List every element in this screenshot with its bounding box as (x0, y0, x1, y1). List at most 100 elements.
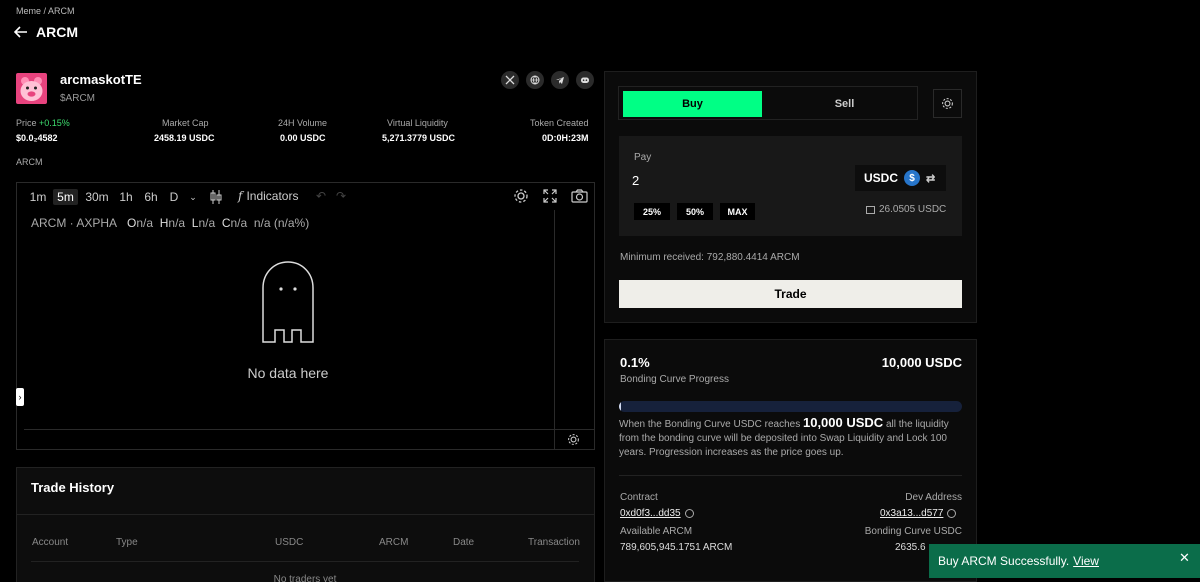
usdc-coin-icon: $ (904, 170, 921, 186)
copy-icon (684, 509, 694, 518)
pct-50-button[interactable]: 50% (677, 203, 713, 220)
toast-view-link[interactable]: View (1073, 554, 1099, 568)
redo-icon[interactable]: ↷ (336, 189, 346, 203)
volume-value: 0.00 USDC (280, 133, 326, 143)
legend-close: n/a (230, 216, 248, 230)
trade-history-title: Trade History (31, 480, 115, 495)
camera-icon[interactable] (571, 189, 588, 208)
function-icon: f (238, 189, 243, 203)
market-cap-label: Market Cap (162, 118, 209, 128)
contract-label: Contract (620, 492, 658, 503)
gear-icon (942, 98, 953, 109)
legend-o-label: O (127, 216, 137, 230)
undo-icon[interactable]: ↶ (316, 189, 326, 203)
empty-chart-text: No data here (247, 365, 329, 381)
pct-25-button[interactable]: 25% (634, 203, 670, 220)
column-type: Type (116, 537, 138, 548)
available-value: 789,605,945.1751 ARCM (620, 542, 733, 553)
divider (31, 561, 579, 562)
curve-usdc-value: 2635.6 (895, 542, 926, 553)
bonding-target: 10,000 USDC (881, 355, 962, 370)
wallet-icon (866, 205, 875, 214)
curve-usdc-label: Bonding Curve USDC (864, 526, 962, 537)
timeframe-5m[interactable]: 5m (53, 189, 78, 205)
breadcrumb: Meme / ARCM (16, 6, 75, 16)
globe-icon[interactable] (526, 71, 544, 89)
column-date: Date (453, 537, 475, 548)
token-name: arcmaskotTE (60, 72, 142, 87)
column-transaction: Transaction (528, 537, 580, 548)
chart-settings-icon[interactable] (513, 188, 529, 209)
price-change: +0.15% (39, 118, 70, 128)
indicators-button[interactable]: f Indicators (238, 189, 298, 203)
timeframe-1h[interactable]: 1h (117, 189, 135, 205)
wallet-balance: 26.0505 USDC (866, 204, 946, 215)
ghost-icon (260, 260, 316, 351)
minimum-received: Minimum received: 792,880.4414 ARCM (620, 252, 800, 263)
drawer-toggle-button[interactable]: › (16, 388, 24, 406)
indicators-label: Indicators (246, 189, 299, 203)
dev-address-link[interactable]: 0x3a13...d577 (880, 508, 957, 519)
liquidity-label: Virtual Liquidity (387, 118, 448, 128)
price-value: $0.0₂4582 (16, 133, 58, 143)
currency-label: USDC (864, 171, 899, 185)
fullscreen-icon[interactable] (543, 189, 557, 208)
divider (619, 475, 962, 476)
available-label: Available ARCM (620, 526, 693, 537)
contract-address-link[interactable]: 0xd0f3...dd35 (620, 508, 694, 519)
candlestick-icon[interactable] (209, 189, 223, 210)
column-usdc: USDC (275, 537, 304, 548)
bonding-progress-bar (619, 401, 962, 412)
currency-selector[interactable]: USDC $ ⇄ (855, 165, 946, 191)
balance-value: 26.0505 USDC (879, 204, 947, 215)
dev-address-label: Dev Address (905, 492, 962, 503)
column-account: Account (32, 537, 69, 548)
timeframe-d[interactable]: D (167, 189, 181, 205)
bonding-progress-label: Bonding Curve Progress (620, 374, 729, 385)
liquidity-value: 5,271.3779 USDC (382, 133, 456, 143)
x-icon[interactable] (501, 71, 519, 89)
legend-high: n/a (168, 216, 186, 230)
legend-change: n/a (n/a%) (253, 216, 310, 230)
created-value: 0D:0H:23M (542, 133, 589, 143)
empty-trades-text: No traders yet (273, 574, 337, 582)
pay-amount-input[interactable] (632, 170, 782, 190)
legend-low: n/a (198, 216, 216, 230)
tab-buy[interactable]: Buy (623, 91, 762, 117)
timeframe-6h[interactable]: 6h (142, 189, 160, 205)
copy-icon (947, 509, 957, 518)
trade-button[interactable]: Trade (619, 280, 962, 308)
toast-message: Buy ARCM Successfully. (938, 554, 1070, 568)
timeframe-30m[interactable]: 30m (84, 189, 110, 205)
back-button[interactable]: ARCM (14, 24, 78, 40)
success-toast: Buy ARCM Successfully. View (929, 544, 1200, 578)
telegram-icon[interactable] (551, 71, 569, 89)
chart-legend: ARCM · AXPHA On/a Hn/a Ln/a Cn/a n/a (n/… (31, 216, 309, 230)
chart-section-label: ARCM (16, 157, 43, 167)
tab-sell[interactable]: Sell (775, 91, 914, 117)
price-label: Price +0.15% (16, 118, 70, 128)
bonding-description: When the Bonding Curve USDC reaches 10,0… (619, 415, 949, 459)
volume-label: 24H Volume (278, 118, 328, 128)
close-icon[interactable]: ✕ (1179, 550, 1190, 566)
axis-settings-icon[interactable] (567, 433, 580, 451)
slippage-settings-button[interactable] (933, 89, 962, 118)
market-cap-value: 2458.19 USDC (154, 133, 215, 143)
discord-icon[interactable] (576, 71, 594, 89)
swap-arrows-icon: ⇄ (926, 172, 936, 185)
column-arcm: ARCM (379, 537, 409, 548)
chevron-down-icon[interactable]: ⌄ (186, 189, 200, 205)
page-title: ARCM (36, 24, 78, 40)
legend-open: n/a (136, 216, 154, 230)
price-axis-divider (554, 210, 555, 450)
pct-max-button[interactable]: MAX (720, 203, 755, 220)
time-axis-divider (24, 429, 594, 430)
arrow-left-icon (14, 26, 27, 38)
social-links (501, 71, 594, 89)
timeframe-1m[interactable]: 1m (28, 189, 48, 205)
created-label: Token Created (530, 118, 589, 128)
token-avatar (16, 73, 47, 104)
bonding-progress-percent: 0.1% (620, 355, 650, 370)
pay-label: Pay (634, 152, 652, 163)
legend-symbol: ARCM · AXPHA (31, 216, 118, 230)
